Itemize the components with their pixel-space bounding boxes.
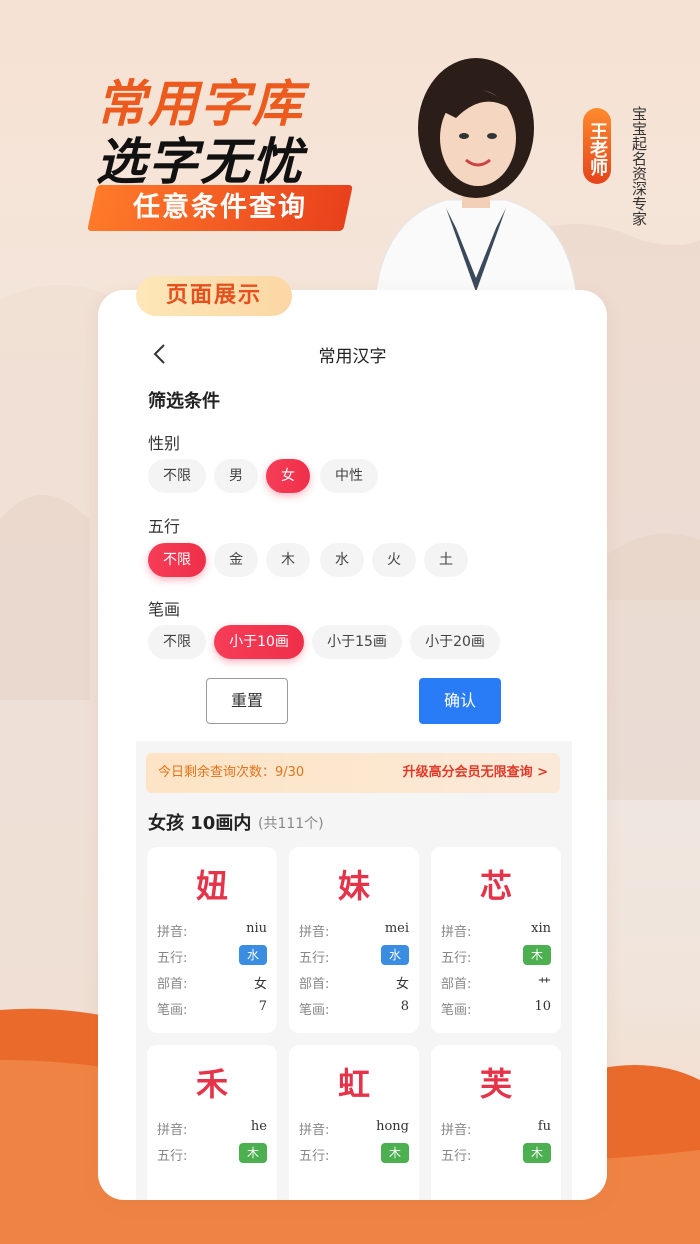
wuxing-label: 五行: [157,1149,188,1164]
pinyin-value: mei [384,921,409,936]
gender-option-female[interactable]: 女 [266,459,310,493]
char-glyph: 芯 [479,867,512,905]
radical-value: 艹 [537,977,551,992]
confirm-button[interactable]: 确认 [419,678,501,724]
page-title: 常用汉字 [318,347,387,367]
radical-value: 女 [395,977,409,992]
strokes-label: 笔画: [157,1003,188,1018]
char-glyph: 虹 [337,1065,370,1103]
wuxing-label: 五行: [157,951,188,966]
teacher-portrait [375,58,577,292]
char-glyph: 芙 [479,1065,512,1103]
wuxing-option-earth[interactable]: 土 [424,543,468,577]
wuxing-badge: 木 [239,1143,267,1163]
strokes-value: 7 [258,999,267,1014]
wuxing-label: 五行: [299,1149,330,1164]
pinyin-label: 拼音: [157,925,188,940]
results-count: (共111个) [258,816,324,832]
upgrade-link[interactable]: 升级高分会员无限查询 > [403,753,548,793]
wuxing-label: 五行: [299,951,330,966]
section-tab-page-preview: 页面展示 [136,276,292,316]
wuxing-badge: 木 [523,1143,551,1163]
radical-label: 部首: [441,977,472,992]
wuxing-badge: 水 [381,945,409,965]
radical-label: 部首: [157,977,188,992]
strokes-label: 笔画: [299,1003,330,1018]
char-glyph: 禾 [195,1065,228,1103]
gender-option-any[interactable]: 不限 [148,459,206,493]
char-card[interactable]: 妹 拼音: mei 五行: 水 部首: 女 笔画: 8 [289,847,419,1033]
radical-value: 女 [253,977,267,992]
banner-title-line2: 选字无忧 [96,133,304,191]
strokes-option-any[interactable]: 不限 [148,625,206,659]
wuxing-label: 五行 [148,517,181,536]
gender-label: 性别 [148,434,181,453]
wuxing-label: 五行: [441,1149,472,1164]
filter-heading: 筛选条件 [148,391,220,412]
teacher-name-tag: 王老师 [583,108,611,184]
pinyin-label: 拼音: [441,1123,472,1138]
pinyin-value: niu [246,921,267,936]
quota-remaining: 今日剩余查询次数：9/30 [158,765,305,780]
char-glyph: 妞 [195,867,228,905]
wuxing-badge: 木 [523,945,551,965]
results-title: 女孩 10画内 [148,813,252,834]
pinyin-value: xin [531,921,551,936]
wuxing-badge: 水 [239,945,267,965]
strokes-option-lt15[interactable]: 小于15画 [312,625,402,659]
pinyin-value: fu [537,1119,551,1134]
strokes-label: 笔画: [441,1003,472,1018]
pinyin-value: he [250,1119,267,1134]
wuxing-option-fire[interactable]: 火 [372,543,416,577]
char-card[interactable]: 妞 拼音: niu 五行: 水 部首: 女 笔画: 7 [147,847,277,1033]
pinyin-label: 拼音: [157,1123,188,1138]
pinyin-label: 拼音: [299,925,330,940]
char-card[interactable]: 芙 拼音: fu 五行: 木 [431,1045,561,1200]
quota-banner[interactable]: 今日剩余查询次数：9/30 升级高分会员无限查询 > [146,753,560,793]
wuxing-option-metal[interactable]: 金 [214,543,258,577]
pinyin-value: hong [376,1119,409,1134]
char-card[interactable]: 芯 拼音: xin 五行: 木 部首: 艹 笔画: 10 [431,847,561,1033]
gender-option-neutral[interactable]: 中性 [320,459,378,493]
strokes-value: 10 [534,999,551,1014]
strokes-option-lt20[interactable]: 小于20画 [410,625,500,659]
teacher-description: 宝宝起名资深专家 [630,106,648,226]
reset-button[interactable]: 重置 [206,678,288,724]
wuxing-option-water[interactable]: 水 [320,543,364,577]
wuxing-option-wood[interactable]: 木 [266,543,310,577]
app-preview-card: 常用汉字 筛选条件 性别 不限 男 女 中性 五行 不限 金 木 水 火 土 笔… [98,290,607,1200]
radical-label: 部首: [299,977,330,992]
gender-option-male[interactable]: 男 [214,459,258,493]
char-card[interactable]: 禾 拼音: he 五行: 木 [147,1045,277,1200]
banner-ribbon-text: 任意条件查询 [133,192,307,223]
strokes-label: 笔画 [148,600,181,619]
strokes-option-lt10[interactable]: 小于10画 [214,625,304,659]
wuxing-option-any[interactable]: 不限 [148,543,206,577]
wuxing-label: 五行: [441,951,472,966]
pinyin-label: 拼音: [299,1123,330,1138]
strokes-value: 8 [400,999,409,1014]
pinyin-label: 拼音: [441,925,472,940]
char-card[interactable]: 虹 拼音: hong 五行: 木 [289,1045,419,1200]
wuxing-badge: 木 [381,1143,409,1163]
char-glyph: 妹 [337,867,370,905]
